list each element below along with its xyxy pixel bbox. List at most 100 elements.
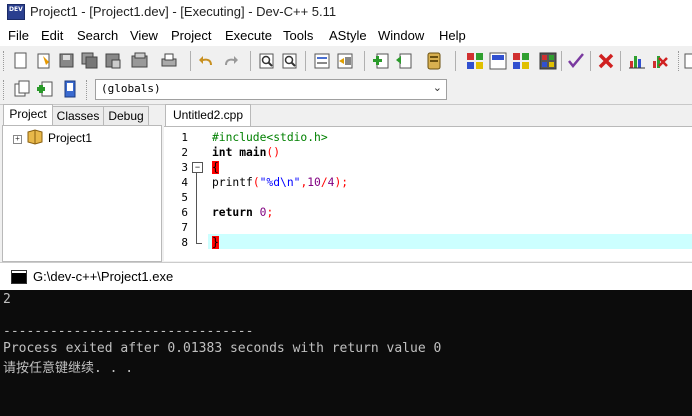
save-all-icon[interactable] bbox=[81, 52, 99, 70]
toolbar-grip[interactable] bbox=[678, 51, 682, 71]
current-line-highlight bbox=[208, 234, 692, 249]
tab-project[interactable]: Project bbox=[3, 104, 53, 127]
compile-icon[interactable] bbox=[466, 52, 484, 70]
symbol: / bbox=[320, 176, 328, 189]
new-file-icon[interactable] bbox=[12, 52, 30, 70]
expand-icon[interactable]: + bbox=[13, 135, 22, 144]
chevron-down-icon[interactable]: ⌄ bbox=[433, 81, 442, 94]
console-prompt: 请按任意键继续. . . bbox=[3, 361, 134, 376]
scope-select[interactable]: (globals) ⌄ bbox=[95, 79, 447, 100]
line-number: 6 bbox=[181, 206, 188, 219]
line-number: 2 bbox=[181, 146, 188, 159]
menu-project[interactable]: Project bbox=[171, 28, 211, 43]
symbol: ); bbox=[334, 176, 349, 189]
replace-icon[interactable] bbox=[281, 52, 299, 70]
project-folder-icon bbox=[27, 129, 43, 145]
console-output[interactable]: 2 -------------------------------- Proce… bbox=[0, 290, 692, 416]
menu-astyle[interactable]: AStyle bbox=[329, 28, 367, 43]
dev-cpp-icon: DEV bbox=[7, 4, 25, 20]
goto-function-icon[interactable] bbox=[336, 52, 354, 70]
project-options-icon[interactable] bbox=[425, 52, 443, 70]
tab-classes[interactable]: Classes bbox=[52, 106, 104, 127]
toolbar-separator bbox=[250, 51, 251, 71]
line-number: 3 bbox=[181, 161, 188, 174]
insert-icon[interactable] bbox=[13, 80, 31, 98]
menu-tools[interactable]: Tools bbox=[283, 28, 313, 43]
menu-help[interactable]: Help bbox=[439, 28, 466, 43]
toolbar-grip[interactable] bbox=[3, 51, 7, 71]
undo-icon[interactable] bbox=[198, 52, 216, 70]
code-line-4: printf("%d\n",10/4); bbox=[212, 176, 348, 189]
symbol: ( bbox=[252, 176, 260, 189]
keyword: return bbox=[212, 206, 253, 219]
stop-execution-icon[interactable] bbox=[597, 52, 615, 70]
console-exit-message: Process exited after 0.01383 seconds wit… bbox=[3, 341, 442, 356]
console-output-line: 2 bbox=[3, 292, 11, 307]
main-toolbar bbox=[0, 46, 692, 77]
tab-untitled2[interactable]: Untitled2.cpp bbox=[165, 104, 251, 126]
fold-collapse-icon[interactable]: − bbox=[192, 162, 203, 173]
compile-run-icon[interactable] bbox=[512, 52, 530, 70]
menu-view[interactable]: View bbox=[130, 28, 158, 43]
code-editor[interactable]: 1 2 3 4 5 6 7 8 − #include<stdio.h> int … bbox=[164, 126, 692, 261]
menu-execute[interactable]: Execute bbox=[225, 28, 272, 43]
title-bar: DEV Project1 - [Project1.dev] - [Executi… bbox=[0, 0, 692, 24]
console-title-bar: G:\dev-c++\Project1.exe bbox=[0, 262, 692, 291]
toolbar-grip[interactable] bbox=[3, 80, 7, 100]
string-literal: "%d\n" bbox=[259, 176, 301, 189]
profile-chart-icon[interactable] bbox=[628, 52, 646, 70]
left-panel-tabs: Project Classes Debug bbox=[0, 104, 160, 127]
app-icon-label: DEV bbox=[9, 6, 23, 13]
toolbar-separator bbox=[590, 51, 591, 71]
menu-edit[interactable]: Edit bbox=[41, 28, 63, 43]
code-line-8: } bbox=[212, 236, 219, 249]
find-icon[interactable] bbox=[258, 52, 276, 70]
toolbar-separator bbox=[305, 51, 306, 71]
add-to-project-icon[interactable] bbox=[372, 52, 390, 70]
redo-icon[interactable] bbox=[221, 52, 239, 70]
new-class-icon[interactable] bbox=[684, 52, 692, 70]
menu-file[interactable]: File bbox=[8, 28, 29, 43]
goto-line-icon[interactable] bbox=[313, 52, 331, 70]
tree-item-project1[interactable]: Project1 bbox=[48, 131, 92, 145]
remove-from-project-icon[interactable] bbox=[395, 52, 413, 70]
print-icon[interactable] bbox=[160, 52, 178, 70]
scope-select-value: (globals) bbox=[101, 82, 161, 95]
open-icon[interactable] bbox=[35, 52, 53, 70]
toolbar-separator bbox=[364, 51, 365, 71]
line-number: 8 bbox=[181, 236, 188, 249]
line-number: 4 bbox=[181, 176, 188, 189]
menu-search[interactable]: Search bbox=[77, 28, 118, 43]
toolbar-grip[interactable] bbox=[86, 80, 90, 100]
menu-window[interactable]: Window bbox=[378, 28, 424, 43]
console-separator: -------------------------------- bbox=[3, 324, 254, 339]
editor-tabs: Untitled2.cpp bbox=[162, 104, 692, 126]
line-gutter: 1 2 3 4 5 6 7 8 − bbox=[164, 127, 208, 261]
code-line-3: { bbox=[212, 161, 219, 174]
matched-brace: { bbox=[212, 161, 219, 174]
code-line-6: return 0; bbox=[212, 206, 273, 219]
console-title: G:\dev-c++\Project1.exe bbox=[33, 269, 174, 284]
run-icon[interactable] bbox=[489, 52, 507, 70]
line-number: 5 bbox=[181, 191, 188, 204]
symbol: () bbox=[266, 146, 281, 159]
toolbar-separator bbox=[561, 51, 562, 71]
save-icon[interactable] bbox=[58, 52, 76, 70]
close-file-icon[interactable] bbox=[104, 52, 122, 70]
toolbar-separator bbox=[190, 51, 191, 71]
console-icon bbox=[11, 270, 27, 284]
rebuild-all-icon[interactable] bbox=[539, 52, 557, 70]
keyword: int bbox=[212, 146, 233, 159]
code-line-2: int main() bbox=[212, 146, 280, 159]
menu-bar: File Edit Search View Project Execute To… bbox=[0, 24, 692, 46]
syntax-check-icon[interactable] bbox=[567, 52, 585, 70]
goto-bookmark-icon[interactable] bbox=[61, 80, 79, 98]
close-all-icon[interactable] bbox=[131, 52, 149, 70]
project-tree: + Project1 bbox=[2, 125, 162, 262]
code-line-1: #include<stdio.h> bbox=[212, 131, 328, 144]
identifier: main bbox=[232, 146, 267, 159]
toggle-bookmark-icon[interactable] bbox=[36, 80, 54, 98]
delete-profile-icon[interactable] bbox=[651, 52, 669, 70]
symbol: ; bbox=[266, 206, 274, 219]
tab-debug[interactable]: Debug bbox=[103, 106, 149, 127]
